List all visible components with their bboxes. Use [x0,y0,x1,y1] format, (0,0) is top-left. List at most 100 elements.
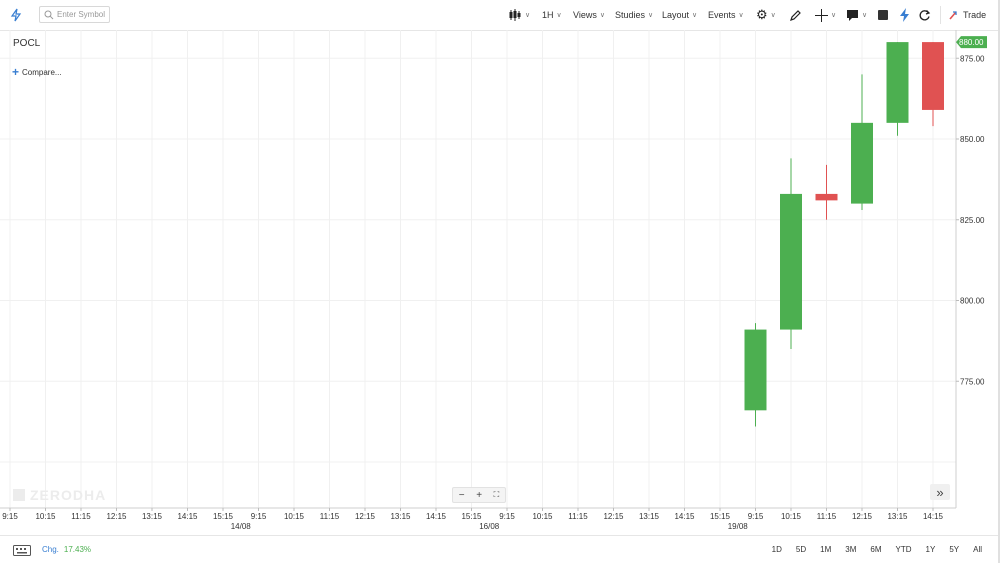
range-1m[interactable]: 1M [820,545,831,554]
range-1d[interactable]: 1D [772,545,782,554]
x-tick-label: 13:15 [887,512,908,521]
trade-button[interactable]: Trade [948,0,986,30]
chevron-down-icon: ∨ [556,12,562,19]
chart-type-button[interactable]: ∨ [508,0,530,30]
x-tick-label: 13:15 [390,512,411,521]
x-date-label: 16/08 [479,522,500,531]
x-tick-label: 15:15 [710,512,731,521]
y-tick-label: 875.00 [960,54,985,63]
x-tick-label: 14:15 [177,512,198,521]
x-tick-label: 15:15 [213,512,234,521]
zoom-in-icon[interactable]: + [476,490,482,501]
x-tick-label: 14:15 [426,512,447,521]
crosshair-button[interactable]: ∨ [815,0,836,30]
scroll-to-latest-button[interactable]: » [930,484,950,500]
x-tick-label: 13:15 [142,512,163,521]
chevron-down-icon: ∨ [770,12,776,19]
x-tick-label: 9:15 [2,512,18,521]
x-tick-label: 13:15 [639,512,660,521]
pencil-icon [790,9,801,21]
candlestick-icon [509,9,521,21]
range-1y[interactable]: 1Y [926,545,936,554]
studies-menu[interactable]: Studies ∨ [615,0,653,30]
lightning-icon[interactable] [10,0,22,30]
views-label: Views [573,10,597,20]
y-tick-label: 850.00 [960,135,985,144]
views-menu[interactable]: Views ∨ [573,0,605,30]
comment-icon [847,10,858,21]
chevron-down-icon: ∨ [692,12,698,19]
events-label: Events [708,10,736,20]
candle-body [744,329,767,411]
watermark-logo: ZERODHA [13,487,106,503]
toolbar-divider [940,6,941,24]
x-tick-label: 10:15 [35,512,56,521]
x-tick-label: 12:15 [355,512,376,521]
range-5y[interactable]: 5Y [949,545,959,554]
candle-body [886,42,909,123]
dark-square-icon [878,10,888,20]
zoom-controls: − + ⛶ [452,487,506,503]
range-all[interactable]: All [973,545,982,554]
range-ytd[interactable]: YTD [896,545,912,554]
change-display: Chg. 17.43% [42,536,91,562]
lightning-filled-icon [900,8,909,22]
x-tick-label: 11:15 [320,512,340,521]
price-chart[interactable]: 9:15 10:15 11:15 12:15 13:15 14:15 15:15 9:15 10… [0,30,1000,535]
range-3m[interactable]: 3M [845,545,856,554]
keyboard-icon[interactable] [13,543,31,561]
range-5d[interactable]: 5D [796,545,806,554]
range-6m[interactable]: 6M [870,545,881,554]
x-tick-label: 11:15 [71,512,91,521]
x-tick-label: 11:15 [568,512,588,521]
x-tick-label: 14:15 [923,512,944,521]
chevron-down-icon: ∨ [862,12,868,19]
x-date-label: 14/08 [231,522,252,531]
x-tick-label: 10:15 [532,512,553,521]
change-value: 17.43% [63,544,92,554]
x-date-label: 19/08 [728,522,749,531]
y-tick-label: 775.00 [960,377,985,386]
chevron-down-icon: ∨ [599,12,605,19]
dark-mode-button[interactable] [877,0,889,30]
x-tick-label: 9:15 [499,512,515,521]
candle-body [922,42,944,110]
change-label: Chg. [42,544,59,554]
plus-icon: + [12,65,20,79]
layout-label: Layout [662,10,690,20]
x-tick-label: 12:15 [603,512,624,521]
chevron-down-icon: ∨ [525,12,531,19]
chevron-down-icon: ∨ [648,12,654,19]
symbol-search-input[interactable]: Enter Symbol [39,6,110,23]
layout-menu[interactable]: Layout ∨ [662,0,697,30]
draw-tool-button[interactable] [789,0,802,30]
fullscreen-icon[interactable]: ⛶ [494,490,500,500]
x-tick-label: 15:15 [461,512,482,521]
symbol-label: POCL [13,38,41,49]
candle-body [780,193,802,330]
trade-icon [949,10,957,20]
last-price-label: 880.00 [959,38,984,47]
trade-label: Trade [963,10,987,20]
x-tick-label: 10:15 [781,512,802,521]
comment-button[interactable]: ∨ [846,0,867,30]
x-tick-label: 9:15 [748,512,764,521]
x-tick-label: 9:15 [251,512,267,521]
y-tick-label: 800.00 [960,297,985,306]
crosshair-icon [815,8,828,22]
lightning-fill-button[interactable] [899,0,910,30]
events-menu[interactable]: Events ∨ [708,0,744,30]
zoom-out-icon[interactable]: − [459,490,465,501]
refresh-button[interactable] [918,0,931,30]
range-selector: 1D 5D 1M 3M 6M YTD 1Y 5Y All [758,536,982,562]
chevron-down-icon: ∨ [738,12,744,19]
x-tick-label: 10:15 [284,512,305,521]
gear-icon: ⚙ [756,7,768,22]
settings-button[interactable]: ⚙ ∨ [756,0,776,30]
refresh-icon [919,9,931,20]
interval-dropdown[interactable]: 1H ∨ [542,0,562,30]
chart-area[interactable]: 9:15 10:15 11:15 12:15 13:15 14:15 15:15 9:15 10… [0,30,1000,535]
compare-button[interactable]: + Compare... [12,65,62,79]
search-icon [44,10,54,19]
compare-label: Compare... [22,67,62,77]
